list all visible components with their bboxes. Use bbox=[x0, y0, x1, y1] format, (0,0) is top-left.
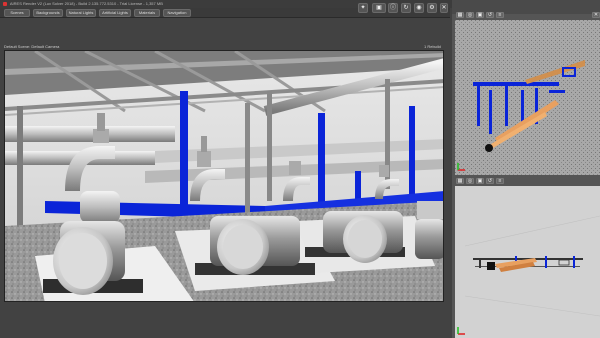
plan-view-icon[interactable]: ▦ bbox=[456, 12, 464, 18]
elevation-layers-icon[interactable]: ≡ bbox=[496, 178, 504, 184]
render-scene bbox=[5, 51, 443, 301]
render-viewport[interactable] bbox=[4, 50, 444, 302]
layers-icon[interactable]: ≡ bbox=[496, 12, 504, 18]
tab-artificial-lights[interactable]: Artificial Lights bbox=[99, 9, 131, 17]
plan-view[interactable] bbox=[455, 20, 600, 175]
tab-materials[interactable]: Materials bbox=[134, 9, 160, 17]
viewport-label: Default Scene: Default Camera bbox=[4, 44, 60, 49]
window-title: AIRES Render V2 (Lux Solver 2018) - Buil… bbox=[9, 1, 163, 6]
viewport-side-label[interactable]: 1 Rebuild bbox=[424, 44, 441, 49]
app-window: AIRES Render V2 (Lux Solver 2018) - Buil… bbox=[0, 0, 600, 338]
info-icon[interactable]: ⓘ bbox=[388, 3, 398, 13]
plan-drawing bbox=[455, 20, 600, 175]
elevation-fit-icon[interactable]: ▣ bbox=[476, 178, 484, 184]
elevation-view-icon[interactable]: ▦ bbox=[456, 178, 464, 184]
zoom-icon[interactable]: ◎ bbox=[466, 12, 474, 18]
tab-natural-lights[interactable]: Natural Lights bbox=[66, 9, 96, 17]
elevation-view[interactable] bbox=[455, 186, 600, 338]
tab-scenes[interactable]: Scenes bbox=[4, 9, 30, 17]
app-logo-icon bbox=[3, 1, 7, 6]
elevation-rotate-icon[interactable]: ↺ bbox=[486, 178, 494, 184]
camera-icon[interactable]: ▣ bbox=[372, 3, 386, 13]
settings-icon[interactable]: ⚙ bbox=[427, 3, 437, 13]
side-panel-toolbar bbox=[452, 0, 600, 14]
tab-navigation[interactable]: Navigation bbox=[163, 9, 191, 17]
elevation-drawing bbox=[455, 186, 600, 338]
refresh-icon[interactable]: ↻ bbox=[401, 3, 411, 13]
close-icon[interactable]: ✕ bbox=[440, 3, 448, 13]
elevation-toolbar bbox=[452, 176, 600, 184]
preview-icon[interactable]: ◉ bbox=[414, 3, 424, 13]
tab-backgrounds[interactable]: Backgrounds bbox=[33, 9, 63, 17]
rotate-icon[interactable]: ↺ bbox=[486, 12, 494, 18]
close-panel-icon[interactable]: ✕ bbox=[592, 12, 600, 18]
pin-icon[interactable]: ✦ bbox=[358, 3, 368, 13]
fit-icon[interactable]: ▣ bbox=[476, 12, 484, 18]
elevation-zoom-icon[interactable]: ◎ bbox=[466, 178, 474, 184]
